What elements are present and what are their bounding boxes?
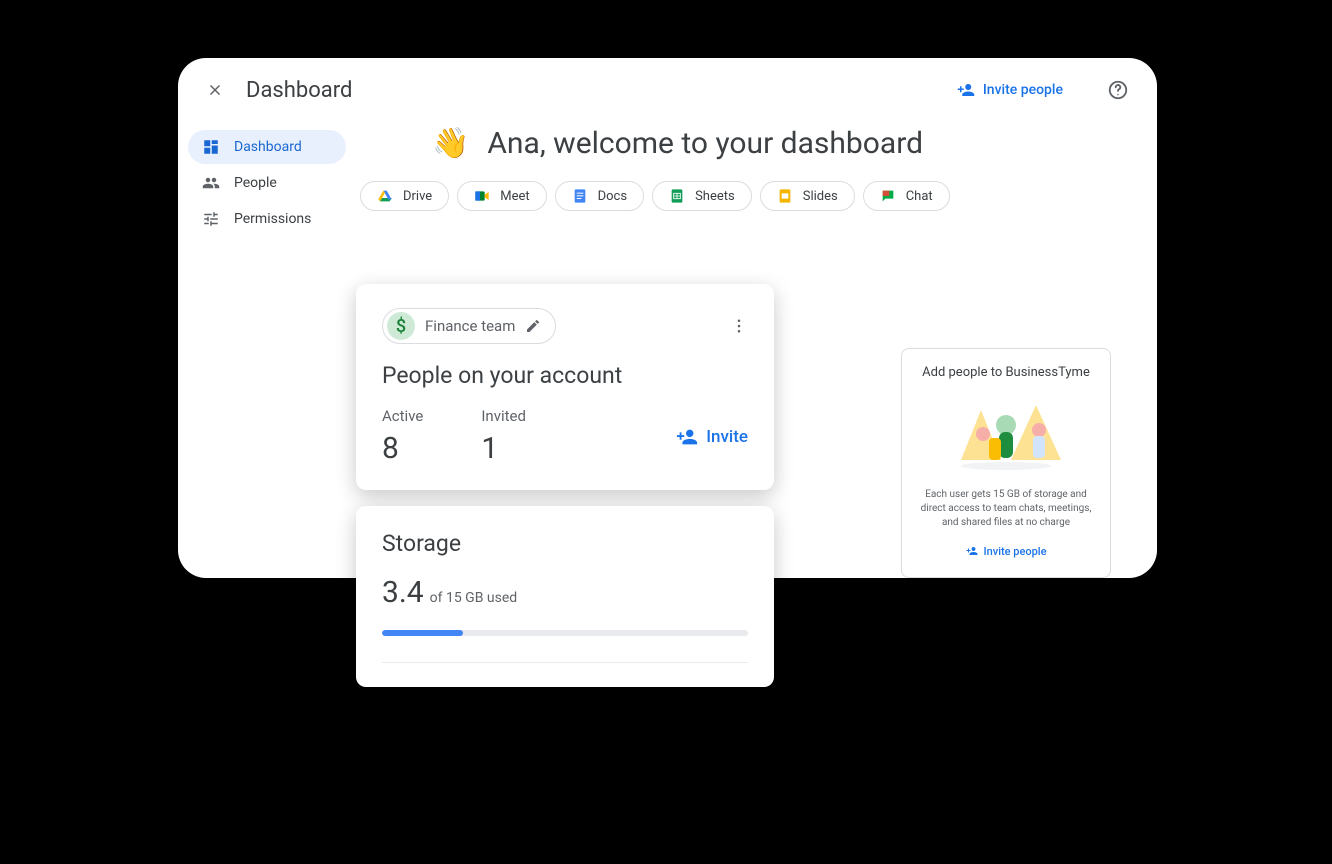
sheets-icon [669, 188, 685, 204]
team-selector[interactable]: $ Finance team [382, 308, 556, 344]
pencil-icon [525, 318, 541, 334]
sidebar-item-people[interactable]: People [188, 166, 346, 200]
storage-bar-fill [382, 630, 463, 636]
docs-icon [572, 188, 588, 204]
storage-used-value: 3.4 [382, 575, 424, 610]
tune-icon [202, 210, 220, 228]
invited-count: 1 [481, 431, 526, 466]
storage-card: Storage 3.4 of 15 GB used [356, 506, 774, 687]
people-card-title: People on your account [382, 362, 748, 389]
topbar: Dashboard Invite people [178, 58, 1157, 122]
promo-description: Each user gets 15 GB of storage and dire… [914, 488, 1098, 530]
app-chip-docs[interactable]: Docs [555, 181, 644, 211]
app-label: Docs [598, 189, 627, 204]
promo-link-label: Invite people [984, 545, 1047, 558]
invited-label: Invited [481, 407, 526, 425]
person-add-icon [676, 426, 698, 448]
welcome-text: Ana, welcome to your dashboard [487, 126, 923, 161]
chat-icon [880, 188, 896, 204]
people-icon [202, 174, 220, 192]
close-icon[interactable] [206, 81, 224, 99]
sidebar-item-label: Dashboard [234, 139, 302, 155]
meet-icon [474, 188, 490, 204]
person-add-icon [966, 545, 978, 557]
app-label: Sheets [695, 189, 735, 204]
app-chip-meet[interactable]: Meet [457, 181, 546, 211]
sidebar: Dashboard People Permissions [178, 122, 356, 578]
promo-invite-link[interactable]: Invite people [966, 545, 1047, 558]
divider [382, 662, 748, 663]
invite-button-label: Invite [706, 427, 748, 447]
active-stat: Active 8 [382, 407, 423, 466]
app-chip-slides[interactable]: Slides [760, 181, 855, 211]
dashboard-icon [202, 138, 220, 156]
invite-people-label: Invite people [983, 82, 1063, 98]
drive-icon [377, 188, 393, 204]
dollar-icon: $ [387, 312, 415, 340]
app-chip-sheets[interactable]: Sheets [652, 181, 752, 211]
more-icon[interactable] [730, 317, 748, 335]
storage-bar [382, 630, 748, 636]
person-add-icon [957, 81, 975, 99]
app-chip-chat[interactable]: Chat [863, 181, 950, 211]
team-name: Finance team [425, 317, 515, 335]
sidebar-item-label: People [234, 175, 277, 191]
storage-card-title: Storage [382, 530, 748, 557]
app-shortcuts: Drive Meet Docs [360, 181, 1113, 211]
app-label: Drive [403, 189, 432, 204]
active-count: 8 [382, 431, 423, 466]
storage-used-text: of 15 GB used [430, 590, 518, 606]
invite-button[interactable]: Invite [676, 426, 748, 448]
sidebar-item-dashboard[interactable]: Dashboard [188, 130, 346, 164]
help-icon[interactable] [1085, 79, 1129, 101]
app-label: Slides [803, 189, 838, 204]
app-label: Meet [500, 189, 529, 204]
active-label: Active [382, 407, 423, 425]
sidebar-item-permissions[interactable]: Permissions [188, 202, 346, 236]
promo-illustration [941, 390, 1071, 478]
welcome-heading: 👋 Ana, welcome to your dashboard [432, 126, 1113, 161]
page-title: Dashboard [246, 78, 352, 103]
invite-people-button[interactable]: Invite people [957, 81, 1063, 99]
promo-card: Add people to BusinessTyme Each user get… [901, 348, 1111, 578]
app-chip-drive[interactable]: Drive [360, 181, 449, 211]
sidebar-item-label: Permissions [234, 211, 311, 227]
app-label: Chat [906, 189, 933, 204]
invited-stat: Invited 1 [481, 407, 526, 466]
wave-icon: 👋 [432, 126, 469, 161]
slides-icon [777, 188, 793, 204]
storage-usage: 3.4 of 15 GB used [382, 575, 748, 610]
people-card: $ Finance team People on your account Ac… [356, 284, 774, 490]
promo-title: Add people to BusinessTyme [914, 365, 1098, 380]
